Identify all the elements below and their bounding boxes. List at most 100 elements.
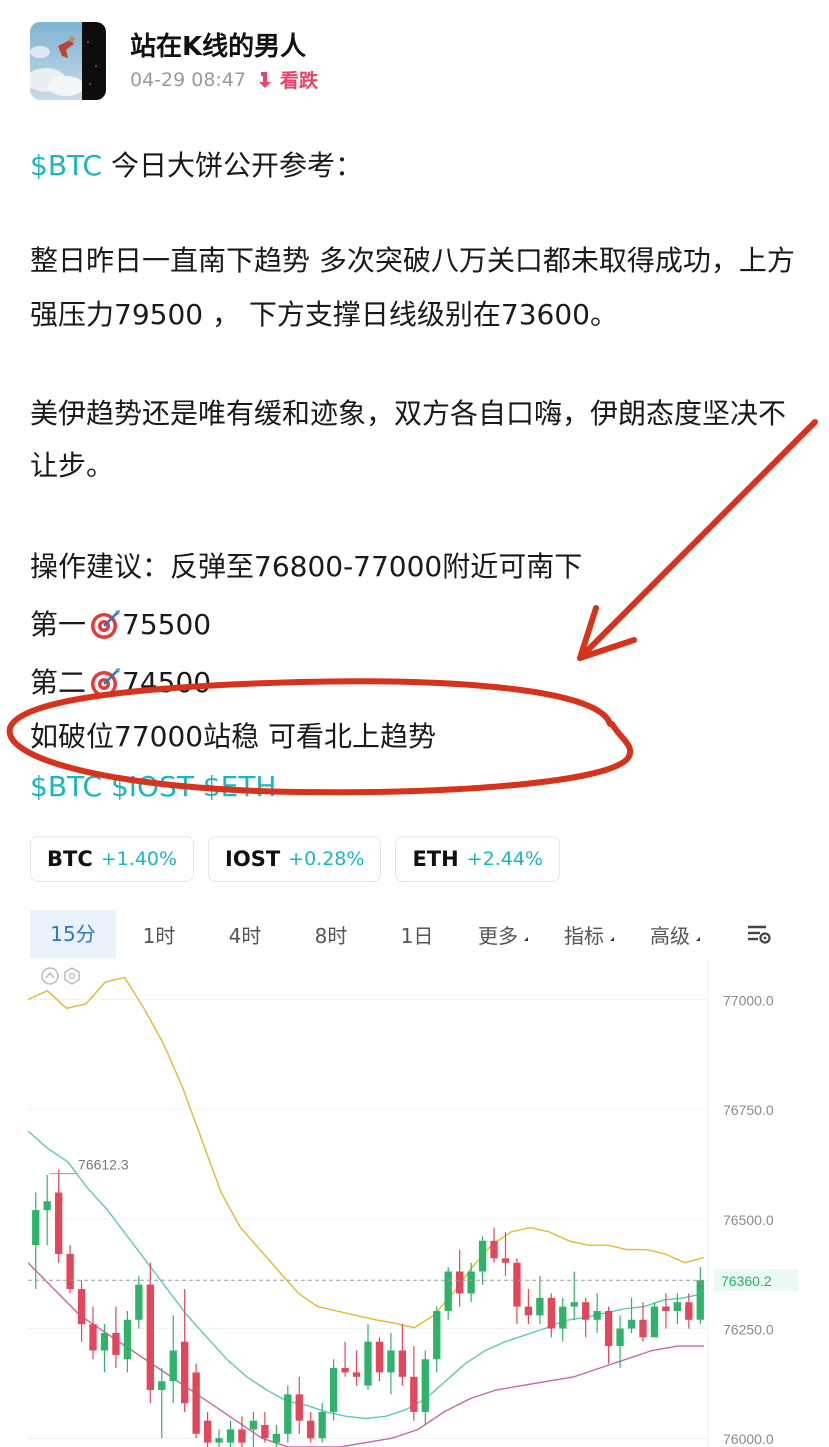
tab-advanced[interactable]: 高级 <box>632 910 718 958</box>
candle <box>146 1262 154 1404</box>
chart-settings-button[interactable] <box>718 910 800 958</box>
tab-indicators-label: 指标 <box>564 923 604 948</box>
post-meta: 04-29 08:47 看跌 <box>130 66 318 93</box>
candle-body <box>490 1240 498 1259</box>
candle-body <box>112 1332 120 1355</box>
candle <box>593 1293 601 1333</box>
candle-body <box>77 1289 86 1325</box>
settings-hex-icon[interactable] <box>64 967 80 985</box>
y-tick-label: 76500.0 <box>723 1212 774 1228</box>
candle <box>307 1411 315 1443</box>
candle <box>135 1275 143 1329</box>
tab-indicators[interactable]: 指标 <box>546 910 632 958</box>
candle <box>249 1411 258 1447</box>
candle <box>352 1350 361 1386</box>
coin-chips: BTC +1.40% IOST +0.28% ETH +2.44% <box>30 836 560 882</box>
footer-cashtags[interactable]: $BTC $IOST $ETH <box>30 762 810 812</box>
candle <box>112 1306 120 1369</box>
tab-15m[interactable]: 15分 <box>30 910 116 958</box>
candle-body <box>524 1306 533 1316</box>
last-price-label: 76360.2 <box>721 1273 772 1289</box>
candle-body <box>444 1271 452 1311</box>
candle-body <box>146 1284 154 1390</box>
candle-body <box>100 1332 109 1351</box>
candle <box>43 1174 51 1246</box>
tab-1h[interactable]: 1时 <box>116 910 202 958</box>
candle <box>582 1297 590 1338</box>
candle-body <box>203 1420 212 1443</box>
coin-chip-eth[interactable]: ETH +2.44% <box>395 836 560 882</box>
target1-label: 第一 <box>30 608 87 641</box>
post-time: 04-29 08:47 <box>130 68 247 91</box>
caret-icon <box>520 937 528 941</box>
candle <box>685 1293 693 1329</box>
caret-icon <box>692 937 700 941</box>
chart-toolbar <box>41 967 80 985</box>
candle-body <box>215 1438 223 1443</box>
post-paragraph-1: 整日昨日一直南下趋势 多次突破八万关口都未取得成功，上方强压力79500 ， 下… <box>30 244 795 331</box>
coin-chip-iost[interactable]: IOST +0.28% <box>208 836 382 882</box>
candle <box>444 1267 452 1320</box>
candle <box>501 1232 510 1276</box>
target2-label: 第二 <box>30 666 87 699</box>
candle <box>570 1271 578 1320</box>
candle <box>364 1324 372 1390</box>
candle <box>490 1227 498 1263</box>
chart-settings-icon <box>748 925 771 944</box>
candle <box>238 1416 246 1447</box>
candle <box>77 1280 86 1342</box>
candle <box>192 1363 200 1439</box>
candle <box>226 1420 235 1447</box>
candle <box>662 1293 670 1329</box>
candle-body <box>329 1368 338 1412</box>
candlestick-chart[interactable]: 77000.0 76750.0 76500.0 76250.0 76000.0 76612… <box>28 960 800 1447</box>
caret-icon <box>606 937 614 941</box>
candle <box>627 1297 636 1333</box>
author-avatar[interactable] <box>30 22 106 100</box>
candle <box>32 1192 40 1290</box>
tab-8h[interactable]: 8时 <box>288 910 374 958</box>
y-tick-label: 76750.0 <box>723 1102 774 1118</box>
coin-chip-btc[interactable]: BTC +1.40% <box>30 836 195 882</box>
candle-body <box>467 1271 475 1294</box>
candle-body <box>32 1210 40 1246</box>
candle <box>123 1310 132 1373</box>
y-tick-label: 76250.0 <box>723 1322 774 1338</box>
candle <box>261 1411 269 1443</box>
candle-body <box>593 1310 601 1320</box>
candle-body <box>398 1350 407 1377</box>
post-header: 站在K线的男人 04-29 08:47 看跌 <box>30 22 800 102</box>
post-advice: 操作建议：反弹至76800-77000附近可南下 <box>30 550 583 583</box>
tab-more[interactable]: 更多 <box>460 910 546 958</box>
coin-change: +2.44% <box>466 848 543 870</box>
coin-symbol: IOST <box>225 847 281 871</box>
candle-body <box>226 1429 235 1443</box>
candle-body <box>421 1359 429 1412</box>
candle-body <box>650 1306 659 1338</box>
post-body: $BTC 今日大饼公开参考： 整日昨日一直南下趋势 多次突破八万关口都未取得成功… <box>30 140 810 812</box>
cashtag-btc[interactable]: $BTC <box>30 149 102 182</box>
tab-4h[interactable]: 4时 <box>202 910 288 958</box>
collapse-icon[interactable] <box>41 967 59 985</box>
author-name[interactable]: 站在K线的男人 <box>130 26 306 63</box>
candle <box>89 1306 97 1360</box>
tab-more-label: 更多 <box>478 923 518 948</box>
candle-body <box>559 1306 567 1329</box>
candle-body <box>375 1341 384 1373</box>
post-intro: $BTC 今日大饼公开参考： <box>30 140 810 192</box>
candle <box>604 1306 613 1364</box>
candle-body <box>54 1192 63 1254</box>
candle-body <box>673 1302 682 1311</box>
candle-body <box>582 1302 590 1320</box>
candle-body <box>158 1381 166 1390</box>
candle <box>650 1302 659 1338</box>
candle-body <box>513 1262 521 1307</box>
tab-1d[interactable]: 1日 <box>374 910 460 958</box>
candle <box>421 1350 429 1426</box>
chart-interval-tabs: 15分 1时 4时 8时 1日 更多 指标 高级 <box>30 910 800 958</box>
candle <box>433 1306 441 1373</box>
candle-body <box>433 1310 441 1360</box>
candle <box>696 1267 704 1325</box>
y-tick-label: 77000.0 <box>723 992 774 1008</box>
candle-body <box>89 1324 97 1351</box>
